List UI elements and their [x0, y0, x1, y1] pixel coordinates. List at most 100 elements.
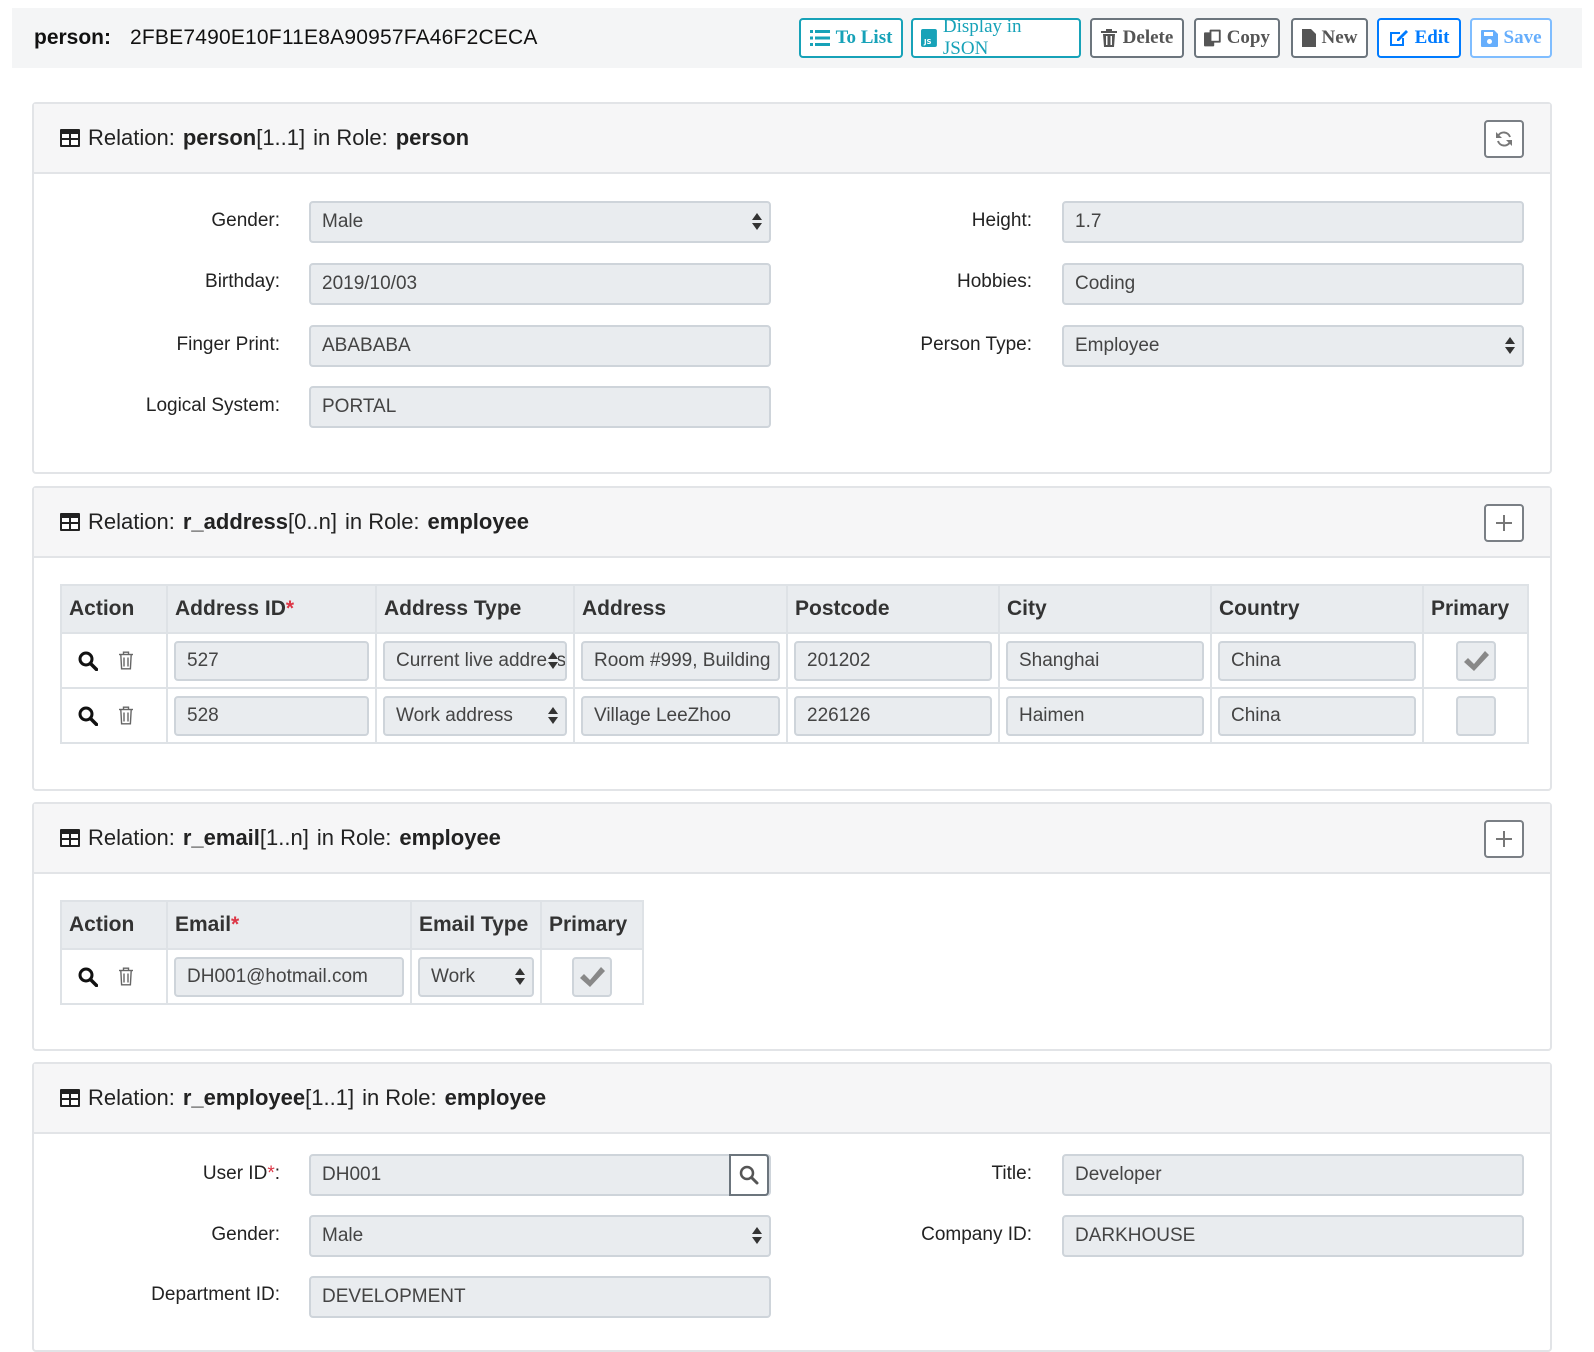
search-icon[interactable] [78, 967, 98, 987]
trash-icon[interactable] [118, 706, 134, 725]
department-id-value: DEVELOPMENT [322, 1286, 466, 1307]
relation-name: r_employee [182, 1085, 306, 1110]
list-icon [809, 30, 830, 46]
company-id-value: DARKHOUSE [1075, 1225, 1196, 1246]
chevron-updown-icon [515, 966, 525, 988]
relation-name: r_address [182, 509, 289, 534]
address-field[interactable]: Village LeeZhoo [581, 695, 780, 736]
col-postcode: Postcode [786, 584, 1000, 634]
relation-panel-address: Relation: r_address[0..n] in Role: emplo… [32, 486, 1552, 791]
col-address-type: Address Type [375, 584, 575, 634]
role-prefix: in Role: [344, 509, 420, 534]
address-value: Village LeeZhoo [594, 704, 731, 726]
title-value: Developer [1075, 1164, 1162, 1185]
relation-cardinality: [1..n] [259, 825, 309, 850]
address-field[interactable]: Room #999, Building [581, 640, 780, 681]
primary-checkbox[interactable] [1455, 695, 1496, 736]
user-id-label-text: User ID [202, 1163, 268, 1184]
finger-print-field[interactable]: ABABABA [309, 325, 771, 367]
department-id-field[interactable]: DEVELOPMENT [309, 1276, 771, 1318]
save-button[interactable]: Save [1470, 18, 1552, 58]
country-value: China [1231, 704, 1281, 726]
relation-prefix: Relation: [88, 825, 175, 850]
to-list-button[interactable]: To List [799, 18, 903, 58]
display-json-button[interactable]: JS Display in JSON [911, 16, 1081, 59]
copy-button[interactable]: Copy [1194, 18, 1280, 58]
trash-icon[interactable] [118, 967, 134, 986]
action-cell [60, 687, 168, 744]
hobbies-label: Hobbies: [957, 271, 1032, 292]
birthday-field[interactable]: 2019/10/03 [309, 263, 771, 305]
user-id-search-button[interactable] [729, 1154, 769, 1196]
edit-label: Edit [1414, 27, 1450, 48]
country-field[interactable]: China [1218, 695, 1416, 736]
table-icon [60, 513, 80, 531]
col-primary: Primary [540, 900, 644, 950]
display-json-label: Display in JSON [942, 16, 1022, 59]
birthday-label: Birthday: [205, 271, 280, 292]
panel-header: Relation: r_email[1..n] in Role: employe… [34, 804, 1550, 874]
logical-system-field[interactable]: PORTAL [309, 386, 771, 428]
refresh-button[interactable] [1484, 120, 1524, 158]
primary-checkbox[interactable] [1455, 640, 1496, 681]
employee-gender-select[interactable]: Male [309, 1215, 771, 1257]
gender-value: Male [322, 1225, 364, 1246]
person-type-select[interactable]: Employee [1062, 325, 1524, 367]
user-id-label: User ID*: [20, 1163, 280, 1185]
relation-cardinality: [1..1] [305, 1085, 355, 1110]
email-field[interactable]: DH001@hotmail.com [174, 956, 404, 997]
action-cell [60, 948, 168, 1005]
address-id-field[interactable]: 527 [174, 640, 369, 681]
user-id-value: DH001 [322, 1164, 382, 1185]
birthday-value: 2019/10/03 [322, 273, 418, 294]
hobbies-field[interactable]: Coding [1062, 263, 1524, 305]
object-header-bar: person: 2FBE7490E10F11E8A90957FA46F2CECA… [12, 8, 1582, 68]
gender-select[interactable]: Male [309, 201, 771, 243]
panel-title: Relation: person[1..1] in Role: person [60, 104, 469, 172]
search-icon[interactable] [78, 706, 98, 726]
delete-button[interactable]: Delete [1090, 18, 1184, 58]
city-field[interactable]: Haimen [1006, 695, 1204, 736]
address-value: Room #999, Building [594, 649, 771, 671]
table-icon [60, 1089, 80, 1107]
add-address-button[interactable] [1484, 504, 1524, 542]
company-id-field[interactable]: DARKHOUSE [1062, 1215, 1524, 1257]
search-icon [739, 1165, 759, 1185]
table-header-row: Action Address ID* Address Type Address … [60, 584, 1529, 634]
col-address-id-label: Address ID [175, 597, 286, 620]
role-name: employee [444, 1085, 547, 1110]
table-row: 528 Work address Village LeeZhoo 226126 … [60, 687, 1529, 744]
table-header-row: Action Email* Email Type Primary [60, 900, 644, 950]
address-type-select[interactable]: Work address [383, 695, 567, 736]
postcode-field[interactable]: 201202 [794, 640, 992, 681]
search-icon[interactable] [78, 651, 98, 671]
trash-icon[interactable] [118, 651, 134, 670]
plus-icon [1496, 515, 1512, 531]
new-button[interactable]: New [1291, 18, 1368, 58]
email-type-select[interactable]: Work [418, 956, 534, 997]
hobbies-value: Coding [1075, 273, 1136, 294]
to-list-label: To List [835, 27, 893, 48]
relation-panel-employee: Relation: r_employee[1..1] in Role: empl… [32, 1062, 1552, 1352]
address-id-field[interactable]: 528 [174, 695, 369, 736]
add-email-button[interactable] [1484, 820, 1524, 858]
primary-checkbox[interactable] [572, 956, 612, 997]
height-field[interactable]: 1.7 [1062, 201, 1524, 243]
edit-button[interactable]: Edit [1377, 18, 1461, 58]
chevron-updown-icon [548, 704, 558, 729]
panel-header: Relation: person[1..1] in Role: person [34, 104, 1550, 174]
height-label: Height: [971, 210, 1032, 231]
city-field[interactable]: Shanghai [1006, 640, 1204, 681]
title-field[interactable]: Developer [1062, 1154, 1524, 1196]
country-field[interactable]: China [1218, 640, 1416, 681]
address-type-select[interactable]: Current live address [383, 640, 567, 681]
user-id-field[interactable]: DH001 [309, 1154, 771, 1196]
logical-system-label: Logical System: [145, 395, 280, 416]
json-icon: JS [921, 29, 937, 47]
person-type-value: Employee [1075, 335, 1160, 356]
company-id-label: Company ID: [921, 1224, 1032, 1245]
relation-name: r_email [182, 825, 260, 850]
required-mark: * [267, 1163, 275, 1184]
postcode-field[interactable]: 226126 [794, 695, 992, 736]
address-id-value: 527 [187, 649, 219, 671]
